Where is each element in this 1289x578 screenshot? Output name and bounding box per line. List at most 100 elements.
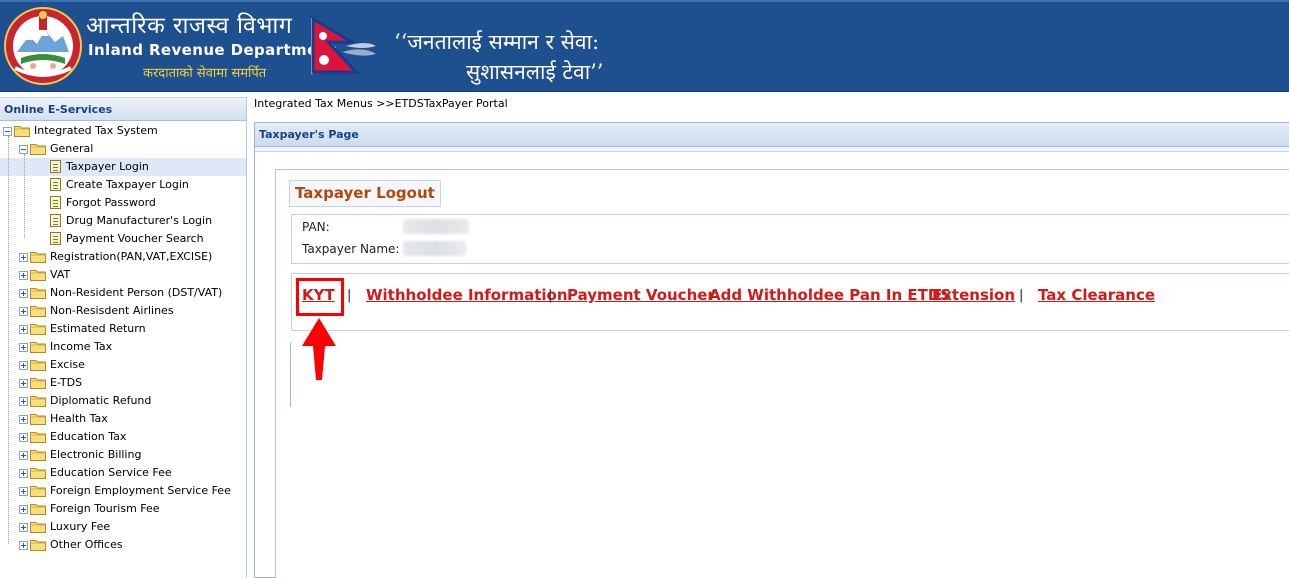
expand-icon[interactable] xyxy=(19,271,28,280)
tree-folder-excise[interactable]: Excise xyxy=(0,356,246,374)
taxpayer-info-box: PAN: Taxpayer Name: xyxy=(291,214,1289,264)
sidebar-title: Online E-Services xyxy=(0,97,246,121)
expand-icon[interactable] xyxy=(19,253,28,262)
folder-icon xyxy=(30,395,46,407)
tree-item-label: Education Service Fee xyxy=(50,466,172,479)
folder-icon xyxy=(30,377,46,389)
expand-icon[interactable] xyxy=(19,451,28,460)
tree-folder-general[interactable]: General xyxy=(0,140,246,158)
folder-icon xyxy=(30,269,46,281)
tree-item-forgot-password[interactable]: Forgot Password xyxy=(0,194,246,212)
folder-icon xyxy=(30,539,46,551)
tree-item-label: Health Tax xyxy=(50,412,108,425)
tree-folder-education-service-fee[interactable]: Education Service Fee xyxy=(0,464,246,482)
taxpayer-page-panel: Taxpayer's Page Taxpayer Logout PAN: Tax… xyxy=(254,122,1289,578)
expand-icon[interactable] xyxy=(19,397,28,406)
add-withholdee-pan-link[interactable]: Add Withholdee Pan In ETDS xyxy=(709,286,951,304)
expand-icon[interactable] xyxy=(19,307,28,316)
folder-icon xyxy=(30,287,46,299)
expand-icon[interactable] xyxy=(19,523,28,532)
site-header: आन्तरिक राजस्व विभाग Inland Revenue Depa… xyxy=(0,0,1289,92)
department-title-nepali: आन्तरिक राजस्व विभाग xyxy=(86,13,293,39)
expand-icon[interactable] xyxy=(19,325,28,334)
tree-item-label: Diplomatic Refund xyxy=(50,394,152,407)
tree-folder-e-tds[interactable]: E-TDS xyxy=(0,374,246,392)
folder-icon xyxy=(30,467,46,479)
tree-item-drug-manufacturer-s-login[interactable]: Drug Manufacturer's Login xyxy=(0,212,246,230)
tree-folder-other-offices[interactable]: Other Offices xyxy=(0,536,246,554)
tree-folder-non-resisdent-airlines[interactable]: Non-Resisdent Airlines xyxy=(0,302,246,320)
tree-item-label: Registration(PAN,VAT,EXCISE) xyxy=(50,250,213,263)
taxpayer-name-redacted xyxy=(403,241,466,256)
taxpayer-name-label: Taxpayer Name: xyxy=(302,242,400,256)
tree-item-label: Electronic Billing xyxy=(50,448,142,461)
extension-link[interactable]: Extension xyxy=(932,286,1015,304)
panel-toolbar-band xyxy=(255,147,1289,152)
department-tagline: करदाताको सेवामा समर्पित xyxy=(143,66,267,81)
tree-folder-income-tax[interactable]: Income Tax xyxy=(0,338,246,356)
tree-item-label: Create Taxpayer Login xyxy=(66,178,189,191)
content-divider xyxy=(290,343,291,407)
expand-icon[interactable] xyxy=(19,343,28,352)
document-icon xyxy=(50,232,61,245)
tree-item-label: Drug Manufacturer's Login xyxy=(66,214,213,227)
online-eservices-sidebar: Online E-Services Integrated Tax System G… xyxy=(0,97,247,578)
tree-item-label: Estimated Return xyxy=(50,322,146,335)
tree-folder-foreign-employment-service-fee[interactable]: Foreign Employment Service Fee xyxy=(0,482,246,500)
tree-folder-education-tax[interactable]: Education Tax xyxy=(0,428,246,446)
panel-title: Taxpayer's Page xyxy=(255,123,1289,147)
tree-folder-luxury-fee[interactable]: Luxury Fee xyxy=(0,518,246,536)
tree-item-taxpayer-login[interactable]: Taxpayer Login xyxy=(0,158,246,176)
tree-folder-foreign-tourism-fee[interactable]: Foreign Tourism Fee xyxy=(0,500,246,518)
kyt-link[interactable]: KYT xyxy=(302,286,335,304)
pan-label: PAN: xyxy=(302,220,330,234)
expand-icon[interactable] xyxy=(19,289,28,298)
expand-icon[interactable] xyxy=(19,415,28,424)
nepal-flag-icon xyxy=(311,16,376,74)
tax-clearance-link[interactable]: Tax Clearance xyxy=(1038,286,1155,304)
tree-folder-diplomatic-refund[interactable]: Diplomatic Refund xyxy=(0,392,246,410)
folder-icon xyxy=(30,449,46,461)
tree-folder-registration-pan-vat-excise[interactable]: Registration(PAN,VAT,EXCISE) xyxy=(0,248,246,266)
tree-folder-non-resident-person-dst-vat[interactable]: Non-Resident Person (DST/VAT) xyxy=(0,284,246,302)
folder-icon xyxy=(30,323,46,335)
link-separator: | xyxy=(548,288,553,303)
tree-item-label: General xyxy=(50,142,94,155)
tree-folder-electronic-billing[interactable]: Electronic Billing xyxy=(0,446,246,464)
tree-folder-estimated-return[interactable]: Estimated Return xyxy=(0,320,246,338)
expand-icon[interactable] xyxy=(19,433,28,442)
tree-item-label: Non-Resident Person (DST/VAT) xyxy=(50,286,223,299)
folder-icon xyxy=(30,431,46,443)
folder-icon xyxy=(30,251,46,263)
tree-root-integrated-tax-system[interactable]: Integrated Tax System xyxy=(0,122,246,140)
expand-icon[interactable] xyxy=(19,379,28,388)
expand-icon[interactable] xyxy=(19,361,28,370)
tree-item-label: Taxpayer Login xyxy=(66,160,149,173)
expand-icon[interactable] xyxy=(19,469,28,478)
collapse-icon[interactable] xyxy=(19,145,28,154)
tree-guide-line xyxy=(8,136,9,544)
tree-guide-line xyxy=(24,154,25,238)
nepal-emblem-icon xyxy=(4,7,82,85)
tree-item-label: Education Tax xyxy=(50,430,127,443)
folder-icon xyxy=(30,485,46,497)
withholdee-information-link[interactable]: Withholdee Information xyxy=(366,286,568,304)
tree-item-payment-voucher-search[interactable]: Payment Voucher Search xyxy=(0,230,246,248)
tree-item-label: Non-Resisdent Airlines xyxy=(50,304,174,317)
expand-icon[interactable] xyxy=(19,487,28,496)
header-top-line xyxy=(0,0,1289,2)
tree-item-label: Luxury Fee xyxy=(50,520,111,533)
taxpayer-menu-links: KYT | Withholdee Information | Payment V… xyxy=(291,273,1289,331)
tree-folder-vat[interactable]: VAT xyxy=(0,266,246,284)
link-separator: | xyxy=(1019,288,1024,303)
taxpayer-logout-title[interactable]: Taxpayer Logout xyxy=(289,180,441,207)
tree-folder-health-tax[interactable]: Health Tax xyxy=(0,410,246,428)
expand-icon[interactable] xyxy=(19,505,28,514)
collapse-icon[interactable] xyxy=(3,127,12,136)
expand-icon[interactable] xyxy=(19,541,28,550)
payment-voucher-link[interactable]: Payment Voucher xyxy=(567,286,715,304)
folder-icon xyxy=(30,521,46,533)
tree-item-create-taxpayer-login[interactable]: Create Taxpayer Login xyxy=(0,176,246,194)
tree-item-label: VAT xyxy=(50,268,71,281)
tree-item-label: Excise xyxy=(50,358,85,371)
